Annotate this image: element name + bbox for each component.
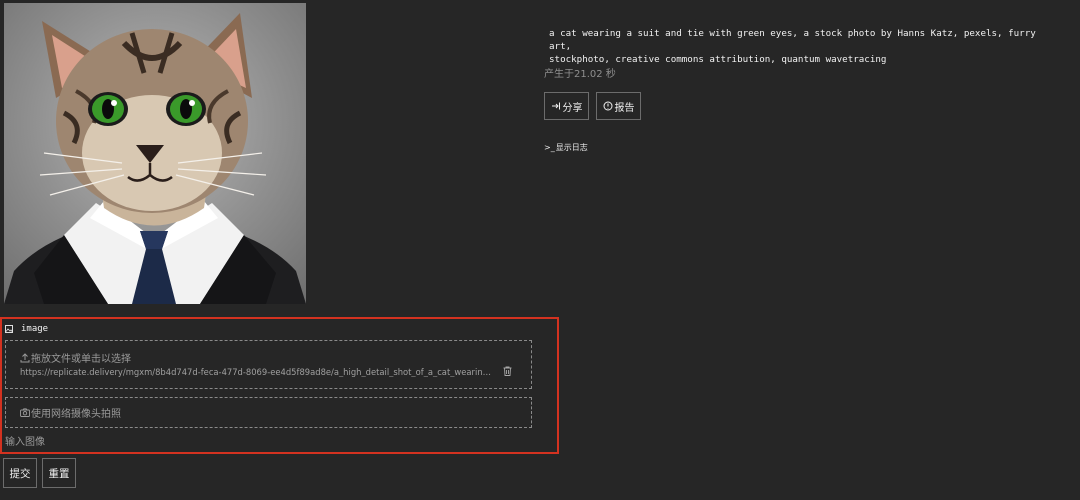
- file-dropzone[interactable]: 拖放文件或单击以选择 https://replicate.delivery/mg…: [5, 340, 532, 389]
- share-icon: [551, 101, 561, 111]
- camera-icon: [20, 408, 30, 417]
- show-log-toggle[interactable]: >_ 显示日志: [544, 142, 588, 153]
- reset-button[interactable]: 重置: [42, 458, 76, 488]
- image-icon: [5, 325, 13, 333]
- cat-in-suit-illustration: [4, 13, 306, 304]
- webcam-label: 使用网络摄像头拍照: [31, 409, 121, 420]
- field-description: 输入图像: [5, 437, 45, 448]
- report-button[interactable]: 报告: [596, 92, 641, 120]
- output-image: [4, 3, 306, 304]
- share-label: 分享: [562, 102, 583, 114]
- share-button[interactable]: 分享: [544, 92, 589, 120]
- chevron-right-icon: >_: [544, 143, 555, 152]
- prediction-page: a cat wearing a suit and tie with green …: [0, 0, 1080, 500]
- image-input-panel: image 拖放文件或单击以选择 https://replicate.deliv…: [0, 317, 559, 454]
- webcam-capture[interactable]: 使用网络摄像头拍照: [5, 397, 532, 428]
- prediction-time: 产生于21.02 秒: [544, 69, 616, 80]
- report-label: 报告: [614, 102, 635, 114]
- selected-file-url[interactable]: https://replicate.delivery/mgxm/8b4d747d…: [20, 367, 496, 377]
- prediction-caption: a cat wearing a suit and tie with green …: [549, 28, 1036, 65]
- dropzone-text: 拖放文件或单击以选择: [31, 354, 131, 365]
- trash-icon[interactable]: [503, 366, 512, 376]
- dropzone-label: 拖放文件或单击以选择: [20, 350, 131, 365]
- field-name: image: [21, 324, 49, 334]
- info-circle-icon: [603, 101, 613, 111]
- show-log-label: 显示日志: [555, 143, 588, 152]
- submit-button[interactable]: 提交: [3, 458, 37, 488]
- field-header: image: [5, 324, 48, 334]
- upload-icon: [20, 352, 30, 363]
